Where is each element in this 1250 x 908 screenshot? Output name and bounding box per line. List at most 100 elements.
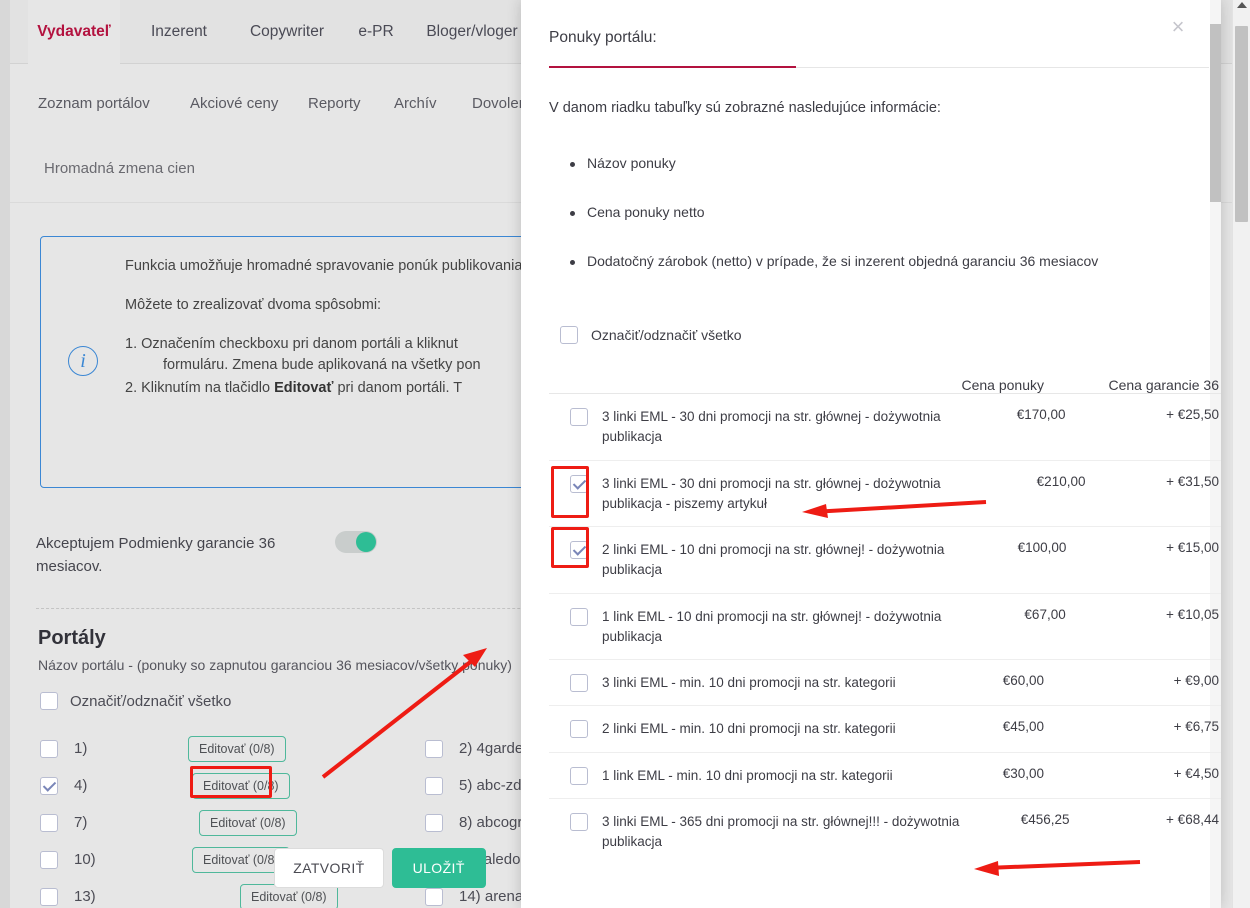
offer-name: 3 linki EML - min. 10 dni promocji na st… [602,675,896,690]
modal-title: Ponuky portálu: [549,29,657,46]
offer-price: €30,00 [1002,765,1044,781]
offer-row[interactable]: 1 link EML - min. 10 dni promocji na str… [549,753,1221,799]
offer-price: €60,00 [1002,673,1044,688]
column-header-guarantee: Cena garancie 36 [1108,377,1219,393]
subnav-label: Dovolen [472,94,528,112]
bullet-item: Názov ponuky [549,155,1189,171]
subnav-item-zoznam-portalov[interactable]: Zoznam portálov [38,86,150,120]
offer-row[interactable]: 3 linki EML - 30 dni promocji na str. gł… [549,461,1221,527]
offer-guarantee: + €31,50 [1166,473,1219,489]
offer-name: 3 linki EML - 365 dni promocji na str. g… [602,813,960,849]
offer-row[interactable]: 3 linki EML - 30 dni promocji na str. gł… [549,394,1221,461]
select-all-label: Označiť/odznačiť všetko [70,692,232,710]
close-icon[interactable]: × [1165,14,1191,40]
offer-guarantee: + €9,00 [1173,673,1219,688]
toggle-knob [356,532,376,552]
edit-button[interactable]: Editovať (0/8) [199,809,297,836]
offer-name: 2 linki EML - 10 dni promocji na str. gł… [602,542,945,578]
tab-label: e-PR [358,23,394,40]
tab-label: Copywriter [249,23,325,40]
portaly-subtitle: Názov portálu - (ponuky so zapnutou gara… [38,657,512,673]
info-step-2-pre: 2. Kliknutím na tlačidlo [125,380,275,397]
scroll-up-arrow-icon[interactable] [1237,2,1247,8]
portal-row-checkbox[interactable] [425,739,443,758]
info-icon: i [68,346,98,376]
modal-title-accent [549,66,796,68]
annotation-box-edit-button [190,766,272,798]
offers-select-all-checkbox[interactable] [560,326,578,344]
offer-row[interactable]: 3 linki EML - min. 10 dni promocji na st… [549,660,1221,707]
accept-guarantee-toggle[interactable] [335,531,377,553]
offer-checkbox[interactable] [570,607,588,626]
offer-price: €45,00 [1002,719,1044,735]
modal-intro-text: V danom riadku tabuľky sú zobrazné nasle… [549,100,941,116]
offer-checkbox[interactable] [570,720,588,739]
portal-row-number: 14) arenas [459,888,531,905]
offer-checkbox[interactable] [570,674,588,692]
subnav-item-akciove-ceny[interactable]: Akciové ceny [190,86,278,120]
tab-epr[interactable]: e-PR [356,0,396,64]
bullet-item: Cena ponuky netto [549,204,1189,220]
offer-checkbox[interactable] [570,766,588,785]
portal-row-checkbox[interactable] [40,887,58,906]
portal-row-number: 8) abcogro [459,814,531,831]
subnav-item-reporty[interactable]: Reporty [308,86,361,120]
column-header-price: Cena ponuky [961,377,1044,393]
offer-price: €210,00 [1036,473,1086,489]
portal-row-checkbox[interactable] [40,813,58,832]
tab-copywriter[interactable]: Copywriter [238,0,336,64]
close-button[interactable]: ZATVORIŤ [274,848,384,888]
subnav-item-archiv[interactable]: Archív [394,86,437,120]
info-step-2-post: pri danom portáli. T [333,380,463,397]
offer-name: 1 link EML - 10 dni promocji na str. głó… [602,608,942,644]
offer-name: 1 link EML - min. 10 dni promocji na str… [602,767,893,783]
portal-row-checkbox[interactable] [425,813,443,832]
edit-button[interactable]: Editovať (0/8) [188,735,286,762]
page-scrollbar[interactable] [1232,0,1250,908]
modal-info-bullets: Názov ponuky Cena ponuky netto Dodatočný… [549,155,1189,302]
offer-price: €170,00 [1016,407,1066,422]
modal-scrollbar-thumb[interactable] [1210,24,1221,202]
annotation-box-offer-checkbox-2 [551,527,589,568]
offer-price: €456,25 [1020,811,1070,827]
portal-row-checkbox[interactable] [40,739,58,758]
modal-footer: ZATVORIŤ ULOŽIŤ [0,848,700,888]
offer-row[interactable]: 1 link EML - 10 dni promocji na str. głó… [549,594,1221,660]
breadcrumb: Hromadná zmena cien [44,160,195,177]
portal-row-checkbox[interactable] [425,887,443,906]
subnav-label: Reporty [308,94,361,112]
portaly-select-all[interactable]: Označiť/odznačiť všetko [40,692,231,710]
annotation-box-offer-checkbox-1 [551,466,589,518]
offer-name: 2 linki EML - min. 10 dni promocji na st… [602,721,896,737]
portal-row-number: 1) [74,740,88,757]
tab-label: Vydavateľ [37,23,111,40]
portal-row-checkbox[interactable] [425,776,443,795]
accept-guarantee-label: Akceptujem Podmienky garancie 36 mesiaco… [36,535,276,575]
portal-row-checkbox[interactable] [40,776,58,795]
select-all-checkbox[interactable] [40,692,58,710]
subnav-label: Akciové ceny [190,94,279,112]
subnav-item-dovolenka[interactable]: Dovolen [472,86,527,120]
offers-select-all[interactable]: Označiť/odznačiť všetko [560,326,742,344]
portal-row-number: 13) [74,888,96,905]
screen-root: Vydavateľ Inzerent Copywriter e-PR Bloge… [0,0,1250,908]
offer-row[interactable]: 2 linki EML - 10 dni promocji na str. gł… [549,527,1221,594]
offer-guarantee: + €4,50 [1173,765,1219,781]
page-scrollbar-thumb[interactable] [1235,26,1248,222]
save-button[interactable]: ULOŽIŤ [391,848,486,888]
tab-inzerent[interactable]: Inzerent [140,0,218,64]
tab-vydavatel[interactable]: Vydavateľ [28,0,120,64]
portal-row-number: 7) [74,814,88,831]
bullet-item: Dodatočný zárobok (netto) v prípade, že … [549,253,1189,269]
offer-checkbox[interactable] [570,408,588,426]
offers-select-all-label: Označiť/odznačiť všetko [591,327,742,343]
offer-checkbox[interactable] [570,812,588,831]
offer-guarantee: + €10,05 [1166,606,1219,622]
tab-label: Inzerent [150,23,207,40]
left-edge-strip [0,0,10,908]
tab-bloger-vloger[interactable]: Bloger/vloger [416,0,528,64]
offer-price: €67,00 [1024,606,1066,622]
offer-row[interactable]: 2 linki EML - min. 10 dni promocji na st… [549,706,1221,753]
subnav-label: Zoznam portálov [38,94,150,112]
offers-table: Cena ponuky Cena garancie 36 3 linki EML… [549,360,1221,864]
